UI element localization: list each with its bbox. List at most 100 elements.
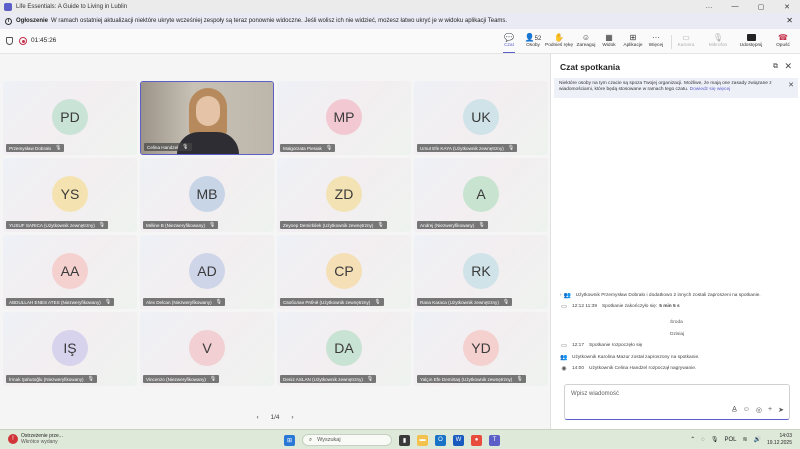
muted-mic-icon: 🎙 [502,299,510,305]
participant-avatar: V [189,330,225,366]
muted-mic-icon: 🎙 [325,145,333,151]
raise-hand-button[interactable]: ✋ Podnieś rękę [545,32,573,52]
taskbar-search[interactable]: ⌕ Wyszukaj [302,434,392,446]
task-view-icon[interactable]: ▮ [399,434,410,446]
hand-icon: ✋ [554,33,564,42]
word-icon[interactable]: W [453,434,464,446]
banner-close-icon[interactable]: ✕ [786,16,793,25]
camera-label: Kamera [677,43,695,48]
tray-chevron-icon[interactable]: ⌃ [690,436,695,443]
banner-text: W ramach ostatniej aktualizacji niektóre… [51,18,508,24]
participant-avatar: YD [463,330,499,366]
message-compose-box[interactable]: Wpisz wiadomość A̲ ☺ ◎ + ➤ [564,384,790,420]
format-icon[interactable]: A̲ [732,406,737,414]
participant-name-tag: ABDULLAH ENES ATES (Niezweryfikowany) 🎙 [6,298,115,306]
participant-tile[interactable]: AD Alex Delcan (Niezweryfikowany) 🎙 [140,235,274,309]
mic-button[interactable]: 🎙 Mikrofon [704,32,732,52]
participant-name-tag: Rana Karaca (Użytkownik zewnętrzny) 🎙 [417,298,513,306]
participant-name: İrmak Şahutoğlu (Niezweryfikowany) [9,376,84,382]
muted-mic-icon: 🎙 [182,144,189,150]
muted-mic-icon: 🎙 [516,376,523,382]
chat-close-icon[interactable]: ✕ [784,61,792,72]
emoji-icon[interactable]: ☺ [743,406,750,414]
chrome-icon[interactable]: ● [471,434,482,446]
participant-name: Yalçın Efe Demirtaş (Użytkownik zewnętrz… [420,376,513,382]
chat-event: ▭ 12:17 Spotkanie rozpoczęło się [560,342,642,349]
send-icon[interactable]: ➤ [778,406,784,414]
event-text: Użytkownik Celina Handzel rozpoczął nagr… [589,366,697,371]
info-icon: i [5,17,12,25]
next-page-button[interactable]: › [291,414,293,421]
more-options-button[interactable]: … [696,0,722,13]
muted-mic-icon: 🎙 [374,299,381,305]
wifi-icon[interactable]: ≋ [742,436,747,443]
participant-tile[interactable]: CP Своболан Рябчй (Użytkownik zewnętrzny)… [277,235,411,309]
participant-tile[interactable]: AA ABDULLAH ENES ATES (Niezweryfikowany) 🎙 [3,235,137,309]
more-button[interactable]: ··· Więcej [642,32,670,52]
chat-date-separator: Dzisiaj [670,332,685,337]
maximize-button[interactable]: ▢ [748,0,774,13]
window-titlebar: Life Essentials: A Guide to Living in Lu… [0,0,800,13]
notice-close-icon[interactable]: ✕ [788,82,794,89]
outlook-icon[interactable]: O [435,434,446,446]
camera-off-icon: ▭ [682,33,690,42]
taskbar-clock[interactable]: 14:03 19.12.2025 [767,433,792,446]
participant-tile[interactable]: DA Deniz ASLAN (Użytkownik zewnętrzny) 🎙 [277,312,411,386]
participant-tile[interactable]: MB Méline B (Niezweryfikowany) 🎙 [140,158,274,232]
participant-tile[interactable]: RK Rana Karaca (Użytkownik zewnętrzny) 🎙 [414,235,548,309]
muted-mic-icon: 🎙 [98,222,106,228]
prev-page-button[interactable]: ‹ [256,414,258,421]
muted-mic-icon: 🎙 [104,299,112,305]
muted-mic-icon: 🎙 [215,299,222,305]
mic-label: Mikrofon [708,43,728,48]
people-button[interactable]: 👤52 Osoby [519,32,547,52]
event-icon: ◉ [561,366,567,372]
participant-name: Małgorzata Piesiak [283,145,322,151]
participant-tile[interactable]: ZD Zeynep Demirbilek (Użytkownik zewnętrz… [277,158,411,232]
shield-icon[interactable] [6,37,13,45]
share-button[interactable]: Udostępnij [737,32,765,52]
muted-mic-icon: 🎙 [208,222,216,228]
event-icon: 👥 [563,293,572,299]
participant-avatar: AA [52,253,88,289]
participant-tile[interactable]: PD Przemysław Dobrało 🎙 [3,81,137,155]
chat-event: 👥 Użytkownik Karolina Mazur został zapros… [560,354,699,361]
popout-icon[interactable]: ⧉ [773,63,778,71]
network-icon[interactable]: ◌ [701,437,705,443]
participant-tile[interactable]: MP Małgorzata Piesiak 🎙 [277,81,411,155]
muted-mic-icon: 🎙 [209,376,217,382]
chat-event: ▭ 12:12 11:39 Spotkanie zakończyło się: 5 m… [560,303,680,310]
weather-widget[interactable]: ! Ostrzeżenie prze... Wkrótce wydany [8,433,63,445]
volume-icon[interactable]: 🔊 [753,436,760,443]
start-windows-icon[interactable]: ⊞ [284,434,295,446]
file-explorer-icon[interactable]: ▬ [417,434,428,446]
close-window-button[interactable]: ✕ [774,0,800,13]
leave-button[interactable]: ☎ Opuść [769,32,797,52]
language-indicator[interactable]: POL [724,437,736,443]
leave-label: Opuść [776,43,790,48]
event-time: 14:00 [572,366,585,371]
participant-tile[interactable]: YS YUSUF SARICA (Użytkownik zewnętrzny) 🎙 [3,158,137,232]
participant-tile[interactable]: A Andrej (Niezweryfikowany) 🎙 [414,158,548,232]
participant-avatar: PD [52,99,88,135]
participant-tile[interactable]: V Vincenzo (Niezweryfikowany) 🎙 [140,312,274,386]
participant-tile[interactable]: YD Yalçın Efe Demirtaş (Użytkownik zewnęt… [414,312,548,386]
muted-mic-icon: 🎙 [377,222,384,228]
participant-tile[interactable]: Celina Handzel 🎙 [140,81,274,155]
participant-name: Vincenzo (Niezweryfikowany) [146,376,206,382]
sticker-icon[interactable]: ◎ [756,406,762,414]
participant-name-tag: Alex Delcan (Niezweryfikowany) 🎙 [143,298,225,306]
minimize-button[interactable]: — [722,0,748,13]
people-label: Osoby [526,43,540,48]
tray-mic-icon[interactable]: 🎙 [711,436,719,443]
learn-more-link[interactable]: Dowiedz się więcej [690,87,731,92]
participant-name: Rana Karaca (Użytkownik zewnętrzny) [420,299,499,305]
participant-name-tag: Celina Handzel 🎙 [144,143,192,151]
attach-plus-icon[interactable]: + [768,406,772,414]
camera-button[interactable]: ▭ Kamera [672,32,700,52]
participant-tile[interactable]: IŞ İrmak Şahutoğlu (Niezweryfikowany) 🎙 [3,312,137,386]
participant-tile[interactable]: UK Umut Efe KAYA (Użytkownik zewnętrzny) 🎙 [414,81,548,155]
participant-name-tag: Małgorzata Piesiak 🎙 [280,144,336,152]
expand-chevron-icon[interactable]: › [560,293,562,298]
teams-taskbar-icon[interactable]: T [489,434,500,446]
